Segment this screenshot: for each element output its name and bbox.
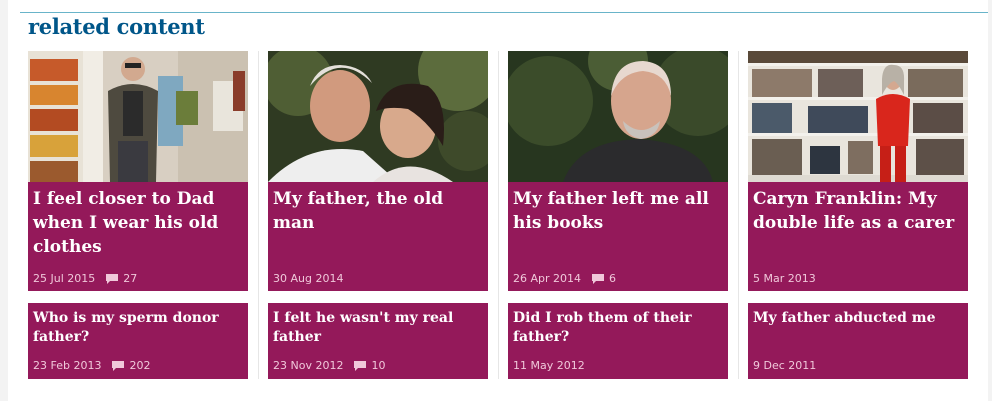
publish-date: 26 Apr 2014 bbox=[513, 272, 582, 285]
comment-bubble-icon bbox=[106, 273, 119, 284]
card-meta: 30 Aug 2014 bbox=[273, 272, 343, 285]
card-headline[interactable]: My father, the old man bbox=[273, 187, 482, 235]
card-headline[interactable]: I felt he wasn't my real father bbox=[273, 309, 482, 347]
card-headline[interactable]: Did I rob them of their father? bbox=[513, 309, 722, 347]
publish-date: 9 Dec 2011 bbox=[753, 359, 817, 372]
section-divider bbox=[20, 12, 988, 13]
feature-card[interactable]: Caryn Franklin: My double life as a care… bbox=[748, 51, 968, 291]
comment-count-link[interactable]: 27 bbox=[105, 272, 137, 285]
father-and-daughter-photo[interactable] bbox=[268, 51, 488, 182]
card-meta: 25 Jul 2015 27 bbox=[33, 272, 137, 285]
comment-bubble-icon bbox=[112, 360, 125, 371]
card-meta: 23 Feb 2013 202 bbox=[33, 359, 150, 372]
publish-date: 23 Nov 2012 bbox=[273, 359, 344, 372]
comment-count: 10 bbox=[371, 359, 386, 372]
woman-by-bookshelf-photo[interactable] bbox=[748, 51, 968, 182]
column-divider bbox=[498, 51, 499, 379]
publish-date: 5 Mar 2013 bbox=[753, 272, 816, 285]
feature-card[interactable]: My father, the old man 30 Aug 2014 bbox=[268, 51, 488, 291]
publish-date: 25 Jul 2015 bbox=[33, 272, 96, 285]
card-meta: 11 May 2012 bbox=[513, 359, 585, 372]
comment-count-link[interactable]: 6 bbox=[591, 272, 616, 285]
publish-date: 11 May 2012 bbox=[513, 359, 585, 372]
man-in-hallway-photo[interactable] bbox=[28, 51, 248, 182]
bald-man-portrait-photo[interactable] bbox=[508, 51, 728, 182]
column-divider bbox=[258, 51, 259, 379]
card-headline[interactable]: My father abducted me bbox=[753, 309, 962, 328]
card-meta: 9 Dec 2011 bbox=[753, 359, 816, 372]
publish-date: 30 Aug 2014 bbox=[273, 272, 344, 285]
comment-count: 27 bbox=[123, 272, 138, 285]
headline-card[interactable]: Did I rob them of their father? 11 May 2… bbox=[508, 303, 728, 379]
comment-bubble-icon bbox=[592, 273, 605, 284]
card-meta: 23 Nov 2012 10 bbox=[273, 359, 385, 372]
feature-card[interactable]: My father left me all his books 26 Apr 2… bbox=[508, 51, 728, 291]
publish-date: 23 Feb 2013 bbox=[33, 359, 102, 372]
comment-count: 202 bbox=[129, 359, 151, 372]
card-meta: 26 Apr 2014 6 bbox=[513, 272, 616, 285]
card-meta: 5 Mar 2013 bbox=[753, 272, 816, 285]
comment-count-link[interactable]: 10 bbox=[353, 359, 385, 372]
section-heading: related content bbox=[28, 14, 205, 39]
card-headline[interactable]: I feel closer to Dad when I wear his old… bbox=[33, 187, 242, 259]
card-headline[interactable]: Caryn Franklin: My double life as a care… bbox=[753, 187, 962, 235]
card-headline[interactable]: Who is my sperm donor father? bbox=[33, 309, 242, 347]
comment-count: 6 bbox=[609, 272, 617, 285]
headline-card[interactable]: I felt he wasn't my real father 23 Nov 2… bbox=[268, 303, 488, 379]
comment-count-link[interactable]: 202 bbox=[111, 359, 150, 372]
comment-bubble-icon bbox=[354, 360, 367, 371]
headline-card[interactable]: Who is my sperm donor father? 23 Feb 201… bbox=[28, 303, 248, 379]
headline-card[interactable]: My father abducted me 9 Dec 2011 bbox=[748, 303, 968, 379]
column-divider bbox=[738, 51, 739, 379]
card-headline[interactable]: My father left me all his books bbox=[513, 187, 722, 235]
feature-card[interactable]: I feel closer to Dad when I wear his old… bbox=[28, 51, 248, 291]
